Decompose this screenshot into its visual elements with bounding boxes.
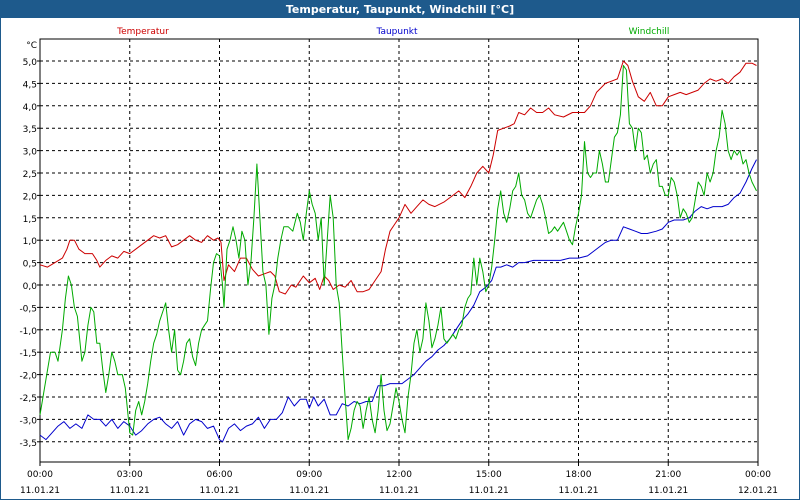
- y-tick-label: 3,5: [23, 125, 37, 135]
- x-tick-time: 18:00: [566, 470, 592, 480]
- x-tick-date: 11.01.21: [469, 486, 509, 496]
- x-tick-date: 11.01.21: [648, 486, 688, 496]
- y-tick-label: 4,0: [23, 103, 38, 113]
- x-tick-date: 11.01.21: [379, 486, 419, 496]
- x-tick-time: 00:00: [27, 470, 53, 480]
- x-tick-date: 11.01.21: [20, 486, 60, 496]
- y-tick-label: -2,5: [19, 394, 37, 404]
- y-tick-label: 0,0: [23, 282, 38, 292]
- y-tick-label: -2,0: [19, 372, 37, 382]
- grid-lines: [39, 38, 759, 463]
- legend-entry-windchill: Windchill: [629, 27, 670, 37]
- x-tick-time: 06:00: [207, 470, 233, 480]
- y-unit-label: °C: [26, 41, 37, 51]
- series-line-temperatur: [39, 60, 757, 295]
- y-tick-label: -0,5: [19, 304, 37, 314]
- series-lines: [39, 60, 757, 443]
- x-tick-time: 15:00: [476, 470, 502, 480]
- y-tick-label: 0,5: [23, 260, 37, 270]
- legend-entry-taupunkt: Taupunkt: [375, 27, 418, 37]
- x-tick-date: 11.01.21: [558, 486, 598, 496]
- y-axis: 5,0 4,5 4,0 3,5 3,0 2,5 2,0 1,5 1,0 0,5 0,0 -0,5 -1,…: [19, 41, 40, 449]
- y-tick-label: 2,5: [23, 170, 37, 180]
- y-tick-label: -3,5: [19, 439, 37, 449]
- x-tick-time: 03:00: [117, 470, 143, 480]
- x-tick-time: 09:00: [296, 470, 322, 480]
- y-tick-label: 2,0: [23, 192, 38, 202]
- y-tick-label: 5,0: [23, 58, 38, 68]
- legend-entry-temperatur: Temperatur: [116, 27, 169, 37]
- legend: Temperatur Taupunkt Windchill: [116, 27, 669, 37]
- x-tick-date: 11.01.21: [199, 486, 239, 496]
- x-tick-date: 12.01.21: [738, 486, 778, 496]
- y-tick-label: -1,0: [19, 327, 37, 337]
- y-tick-label: 3,0: [23, 148, 38, 158]
- y-tick-label: 1,0: [23, 237, 38, 247]
- y-tick-label: -1,5: [19, 349, 37, 359]
- x-tick-time: 21:00: [655, 470, 681, 480]
- line-chart: 5,0 4,5 4,0 3,5 3,0 2,5 2,0 1,5 1,0 0,5 0,0 -0,5 -1,…: [19, 27, 778, 496]
- x-axis: 00:00 11.01.21 03:00 11.01.21 06:00 11.01.21 0…: [20, 462, 778, 496]
- y-tick-label: 4,5: [23, 80, 37, 90]
- x-tick-date: 11.01.21: [289, 486, 329, 496]
- y-tick-label: -3,0: [19, 416, 37, 426]
- x-tick-time: 00:00: [745, 470, 771, 480]
- x-tick-time: 12:00: [386, 470, 412, 480]
- y-tick-label: 1,5: [23, 215, 37, 225]
- x-tick-date: 11.01.21: [110, 486, 150, 496]
